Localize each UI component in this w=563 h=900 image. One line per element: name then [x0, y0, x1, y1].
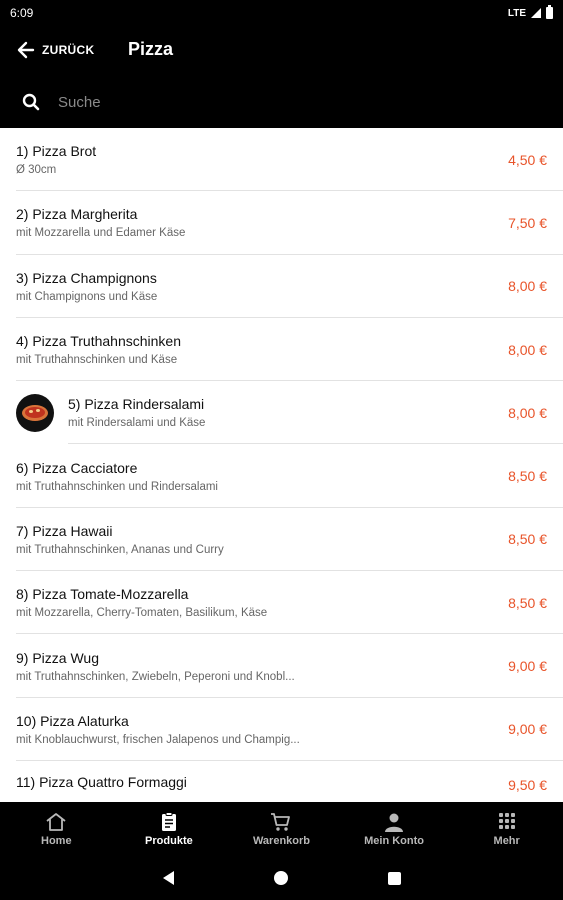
item-price: 4,50 € — [508, 151, 547, 168]
item-name: 9) Pizza Wug — [16, 649, 99, 666]
list-item[interactable]: 7) Pizza Hawaii mit Truthahnschinken, An… — [0, 508, 563, 572]
list-item[interactable]: 11) Pizza Quattro Formaggi 9,50 € — [0, 761, 563, 802]
page-title: Pizza — [128, 39, 174, 59]
item-description: mit Truthahnschinken und Rindersalami — [16, 480, 218, 493]
item-description: mit Truthahnschinken und Käse — [16, 354, 178, 367]
item-text: 8) Pizza Tomate-Mozzarella mit Mozzarell… — [16, 586, 498, 619]
list-item[interactable]: 1) Pizza Brot Ø 30cm 4,50 € — [0, 128, 563, 192]
item-price: 8,50 € — [508, 468, 547, 485]
user-icon — [385, 813, 404, 832]
item-name: 10) Pizza Alaturka — [16, 712, 129, 729]
item-text: 6) Pizza Cacciatore mit Truthahnschinken… — [16, 460, 498, 493]
system-nav-bar — [0, 856, 563, 900]
app-screen: 6:09 LTE ZURÜCK Pizza 1) Pizza Brot — [0, 0, 563, 900]
product-list: 1) Pizza Brot Ø 30cm 4,50 € 2) Pizza Mar… — [0, 128, 563, 802]
nav-mein-konto[interactable]: Mein Konto — [338, 802, 451, 856]
list-item[interactable]: 2) Pizza Margherita mit Mozzarella und E… — [0, 191, 563, 255]
status-bar: 6:09 LTE — [0, 0, 563, 26]
item-text: 4) Pizza Truthahnschinken mit Truthahnsc… — [16, 333, 498, 366]
nav-label: Mehr — [493, 834, 520, 847]
search-bar — [0, 82, 563, 122]
home-icon — [46, 812, 66, 831]
item-text: 5) Pizza Rindersalami mit Rindersalami u… — [68, 396, 498, 429]
item-name: 6) Pizza Cacciatore — [16, 459, 138, 476]
status-icons: LTE — [507, 5, 553, 19]
nav-home[interactable]: Home — [0, 802, 113, 856]
list-item[interactable]: 6) Pizza Cacciatore mit Truthahnschinken… — [0, 444, 563, 509]
item-description: Ø 30cm — [16, 164, 57, 177]
list-item[interactable]: 3) Pizza Champignons mit Champignons und… — [0, 255, 563, 319]
cart-icon — [271, 812, 291, 831]
item-price: 8,00 € — [508, 341, 547, 358]
item-price: 8,00 € — [508, 404, 547, 421]
nav-label: Produkte — [145, 834, 193, 847]
item-description: mit Mozzarella und Edamer Käse — [16, 227, 186, 240]
item-price: 9,00 € — [508, 658, 547, 675]
item-name: 2) Pizza Margherita — [16, 206, 138, 223]
item-price: 8,50 € — [508, 594, 547, 611]
clipboard-icon — [161, 811, 176, 831]
nav-label: Home — [41, 834, 72, 847]
item-description: mit Mozzarella, Cherry-Tomaten, Basiliku… — [16, 607, 268, 620]
item-price: 8,50 € — [508, 531, 547, 548]
bottom-nav: Home Produkte Warenkorb Mein Konto Mehr — [0, 802, 563, 856]
item-price: 7,50 € — [508, 214, 547, 231]
search-input[interactable] — [58, 93, 458, 111]
item-text: 10) Pizza Alaturka mit Knoblauchwurst, f… — [16, 713, 498, 746]
item-price: 8,00 € — [508, 278, 547, 295]
item-description: mit Knoblauchwurst, frischen Jalapenos u… — [16, 733, 300, 746]
item-description: mit Truthahnschinken, Zwiebeln, Peperoni… — [16, 670, 295, 683]
list-item[interactable]: 5) Pizza Rindersalami mit Rindersalami u… — [0, 381, 563, 445]
system-back-icon[interactable] — [162, 871, 174, 885]
list-item[interactable]: 4) Pizza Truthahnschinken mit Truthahnsc… — [0, 318, 563, 382]
item-description: mit Champignons und Käse — [16, 290, 158, 303]
item-price: 9,50 € — [508, 776, 547, 793]
system-home-icon[interactable] — [273, 871, 288, 885]
search-icon — [22, 93, 40, 111]
item-name: 3) Pizza Champignons — [16, 269, 157, 286]
item-name: 5) Pizza Rindersalami — [68, 396, 205, 413]
item-text: 9) Pizza Wug mit Truthahnschinken, Zwieb… — [16, 650, 498, 683]
status-time: 6:09 — [10, 6, 34, 20]
nav-warenkorb[interactable]: Warenkorb — [225, 802, 338, 856]
list-item[interactable]: 9) Pizza Wug mit Truthahnschinken, Zwieb… — [0, 634, 563, 698]
item-name: 11) Pizza Quattro Formaggi — [16, 773, 187, 790]
item-description: mit Truthahnschinken, Ananas und Curry — [16, 543, 224, 556]
list-item[interactable]: 10) Pizza Alaturka mit Knoblauchwurst, f… — [0, 698, 563, 762]
item-text: 1) Pizza Brot Ø 30cm — [16, 143, 498, 176]
list-item[interactable]: 8) Pizza Tomate-Mozzarella mit Mozzarell… — [0, 571, 563, 635]
item-name: 8) Pizza Tomate-Mozzarella — [16, 586, 189, 603]
pizza-thumbnail — [16, 393, 54, 432]
item-text: 2) Pizza Margherita mit Mozzarella und E… — [16, 206, 498, 239]
item-text: 7) Pizza Hawaii mit Truthahnschinken, An… — [16, 523, 498, 556]
item-name: 4) Pizza Truthahnschinken — [16, 333, 181, 350]
item-text: 11) Pizza Quattro Formaggi — [16, 774, 498, 795]
arrow-left-icon — [17, 41, 35, 59]
app-bar: ZURÜCK Pizza — [0, 26, 563, 128]
item-text: 3) Pizza Champignons mit Champignons und… — [16, 270, 498, 303]
nav-mehr[interactable]: Mehr — [450, 802, 563, 856]
system-recents-icon[interactable] — [387, 871, 401, 885]
grid-icon — [498, 812, 515, 829]
battery-icon — [546, 5, 553, 19]
back-button[interactable]: ZURÜCK — [16, 38, 94, 62]
signal-icon — [531, 8, 541, 18]
item-price: 9,00 € — [508, 721, 547, 738]
item-name: 1) Pizza Brot — [16, 143, 97, 160]
nav-produkte[interactable]: Produkte — [113, 802, 226, 856]
nav-label: Mein Konto — [364, 834, 425, 847]
network-label: LTE — [507, 7, 526, 19]
back-label: ZURÜCK — [42, 43, 95, 57]
nav-label: Warenkorb — [252, 834, 310, 847]
item-name: 7) Pizza Hawaii — [16, 522, 113, 539]
item-description: mit Rindersalami und Käse — [68, 417, 206, 430]
